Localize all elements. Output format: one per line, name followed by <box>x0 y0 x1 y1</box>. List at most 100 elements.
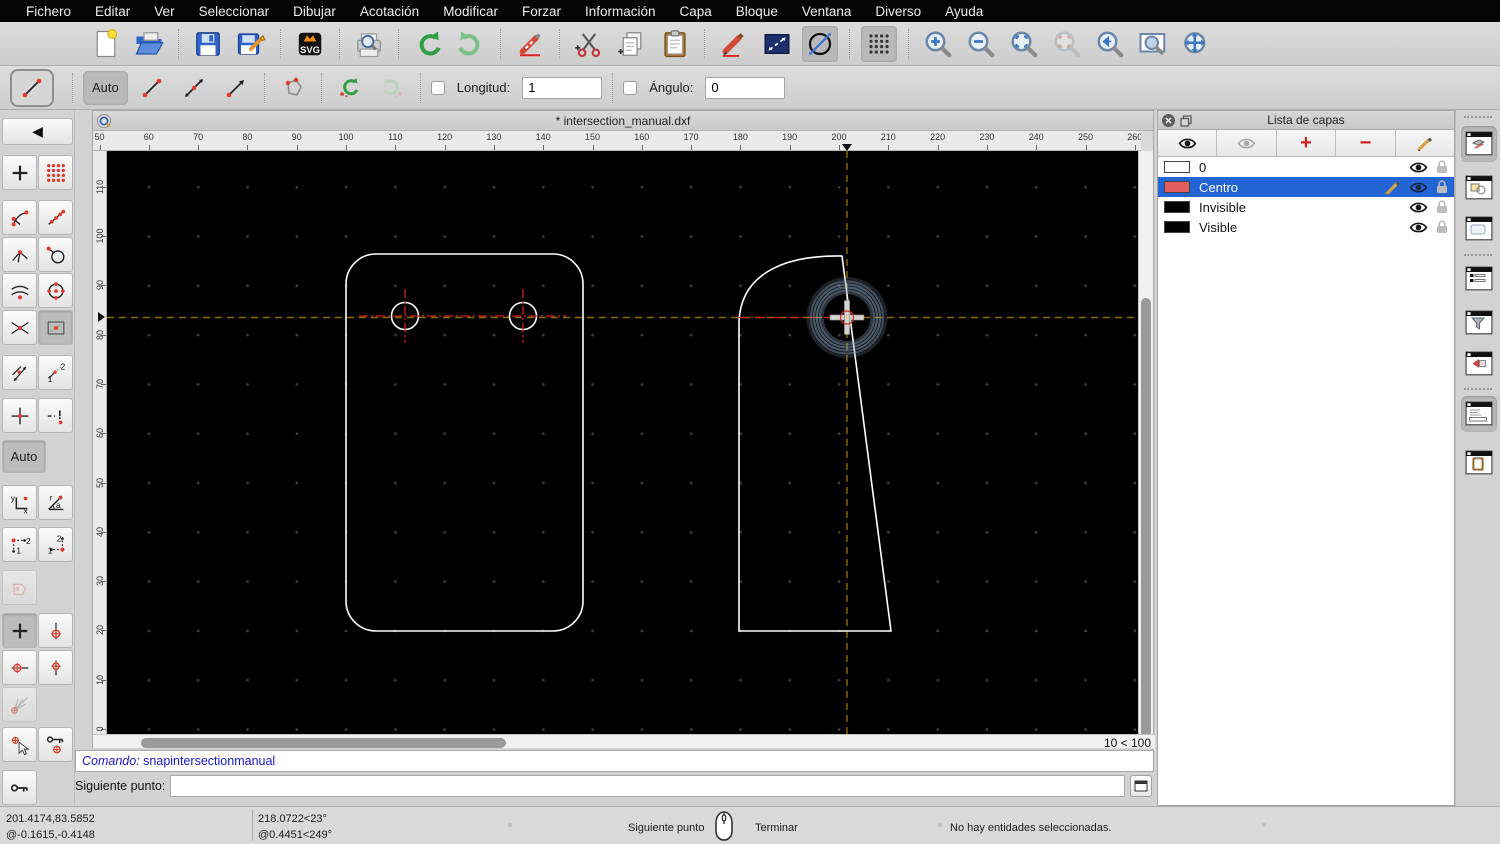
menu-acotacion[interactable]: Acotación <box>348 4 431 19</box>
layer-edit-pencil-icon[interactable] <box>1384 179 1401 196</box>
zoom-out-button[interactable] <box>963 26 999 62</box>
restrict-horizontal-button[interactable] <box>38 355 73 390</box>
ray-button[interactable] <box>218 70 254 106</box>
horizontal-scroll-thumb[interactable] <box>141 738 506 748</box>
layer-visibility-icon[interactable] <box>1409 221 1428 234</box>
menu-ver[interactable]: Ver <box>142 4 186 19</box>
restrict-nothing-button[interactable] <box>2 398 37 433</box>
snap-distance-button[interactable] <box>2 273 37 308</box>
restrict-exclusive-button[interactable] <box>38 398 73 433</box>
menu-ventana[interactable]: Ventana <box>790 4 864 19</box>
menu-bloque[interactable]: Bloque <box>724 4 790 19</box>
grid-toggle-button[interactable] <box>861 25 897 62</box>
dock-clipboard-button[interactable] <box>1461 445 1497 481</box>
circle-line-tool-button[interactable] <box>802 25 838 62</box>
snap-free-button[interactable] <box>2 155 37 190</box>
snap-intersection-manual-button[interactable] <box>38 310 73 345</box>
show-all-layers-button[interactable] <box>1158 130 1218 156</box>
corner-point-21-button[interactable] <box>38 527 73 562</box>
cut-button[interactable] <box>571 26 607 62</box>
relative-zero-horizontal-button[interactable] <box>2 650 37 685</box>
save-button[interactable] <box>190 26 226 62</box>
menu-informacion[interactable]: Información <box>573 4 668 19</box>
polyline-button[interactable] <box>275 70 311 106</box>
length-input[interactable] <box>522 76 603 99</box>
line-segment-button[interactable] <box>134 70 170 106</box>
snap-on-entity-button[interactable] <box>38 200 73 235</box>
zoom-window-button[interactable] <box>1135 26 1171 62</box>
export-svg-button[interactable]: SVG <box>292 26 328 62</box>
add-layer-button[interactable]: + <box>1276 130 1337 156</box>
delete-entities-button[interactable] <box>512 26 548 62</box>
menu-ayuda[interactable]: Ayuda <box>933 4 995 19</box>
line-both-directions-button[interactable] <box>176 70 212 106</box>
layer-visibility-icon[interactable] <box>1409 201 1428 214</box>
dock-block-list-button[interactable] <box>1461 170 1497 206</box>
remove-layer-button[interactable]: − <box>1336 130 1396 156</box>
angle-input[interactable] <box>705 76 786 99</box>
angle-checkbox[interactable] <box>623 80 638 95</box>
snap-perpendicular-button[interactable] <box>2 237 37 272</box>
undo-segment-button[interactable] <box>332 70 368 106</box>
layer-lock-icon[interactable] <box>1436 160 1448 174</box>
snap-grid-button[interactable] <box>38 155 73 190</box>
print-preview-button[interactable] <box>351 26 387 62</box>
layer-lock-icon[interactable] <box>1436 220 1448 234</box>
dock-entity-list-button[interactable] <box>1461 261 1497 297</box>
coordinate-polar-button[interactable] <box>38 485 73 520</box>
zoom-in-button[interactable] <box>920 26 956 62</box>
layer-lock-icon[interactable] <box>1436 200 1448 214</box>
dock-layer-list-button[interactable] <box>1461 126 1497 162</box>
open-file-button[interactable] <box>131 26 167 62</box>
corner-point-12-button[interactable] <box>2 527 37 562</box>
auto-mode-button[interactable]: Auto <box>83 70 128 105</box>
coordinate-cartesian-button[interactable] <box>2 485 37 520</box>
menu-forzar[interactable]: Forzar <box>510 4 573 19</box>
draw-pencil-button[interactable] <box>716 26 752 62</box>
length-checkbox[interactable] <box>430 80 445 95</box>
copy-button[interactable] <box>614 26 650 62</box>
menu-modificar[interactable]: Modificar <box>431 4 510 19</box>
layer-visibility-icon[interactable] <box>1409 181 1428 194</box>
unlock-relative-zero-button[interactable] <box>2 770 37 805</box>
vertical-scrollbar[interactable] <box>1138 151 1153 738</box>
detach-panel-icon[interactable] <box>1180 115 1192 127</box>
relative-zero-vertical-button[interactable] <box>38 613 73 648</box>
dock-filter-button[interactable] <box>1461 305 1497 341</box>
layer-lock-icon[interactable] <box>1436 180 1448 194</box>
layer-row-0[interactable]: 0 <box>1158 157 1454 177</box>
menu-fichero[interactable]: Fichero <box>14 4 83 19</box>
command-input[interactable] <box>170 775 1125 797</box>
new-file-button[interactable] <box>88 26 124 62</box>
rectangle-diagonal-button[interactable] <box>759 26 795 62</box>
relative-zero-free-button[interactable] <box>2 613 37 648</box>
menu-capa[interactable]: Capa <box>668 4 724 19</box>
dock-library-browser-button[interactable] <box>1461 211 1497 247</box>
menu-editar[interactable]: Editar <box>83 4 142 19</box>
layer-visibility-icon[interactable] <box>1409 161 1428 174</box>
layer-row-centro[interactable]: Centro <box>1158 177 1454 197</box>
current-tool-button[interactable] <box>10 68 54 107</box>
layer-row-invisible[interactable]: Invisible <box>1158 197 1454 217</box>
back-button[interactable]: ◀ <box>2 118 73 145</box>
menu-dibujar[interactable]: Dibujar <box>281 4 348 19</box>
relative-zero-axis-button[interactable] <box>38 650 73 685</box>
save-as-button[interactable] <box>233 26 269 62</box>
snap-center-button[interactable] <box>38 273 73 308</box>
zoom-auto-button[interactable] <box>1006 26 1042 62</box>
snap-intersection-button[interactable] <box>2 310 37 345</box>
edit-layer-button[interactable] <box>1395 130 1455 156</box>
restrict-orthogonal-button[interactable] <box>2 355 37 390</box>
snap-endpoints-button[interactable] <box>2 200 37 235</box>
menu-diverso[interactable]: Diverso <box>863 4 933 19</box>
drawing-canvas[interactable] <box>107 151 1140 734</box>
redo-button[interactable] <box>453 26 489 62</box>
zoom-previous-button[interactable] <box>1092 26 1128 62</box>
undo-button[interactable] <box>410 26 446 62</box>
zoom-pan-button[interactable] <box>1178 26 1214 62</box>
dock-command-widget-button[interactable] <box>1461 396 1497 432</box>
close-panel-button[interactable] <box>1162 114 1175 127</box>
auto-snap-button[interactable]: Auto <box>2 440 46 473</box>
set-relative-zero-button[interactable] <box>2 727 37 762</box>
command-options-button[interactable] <box>1130 775 1152 797</box>
